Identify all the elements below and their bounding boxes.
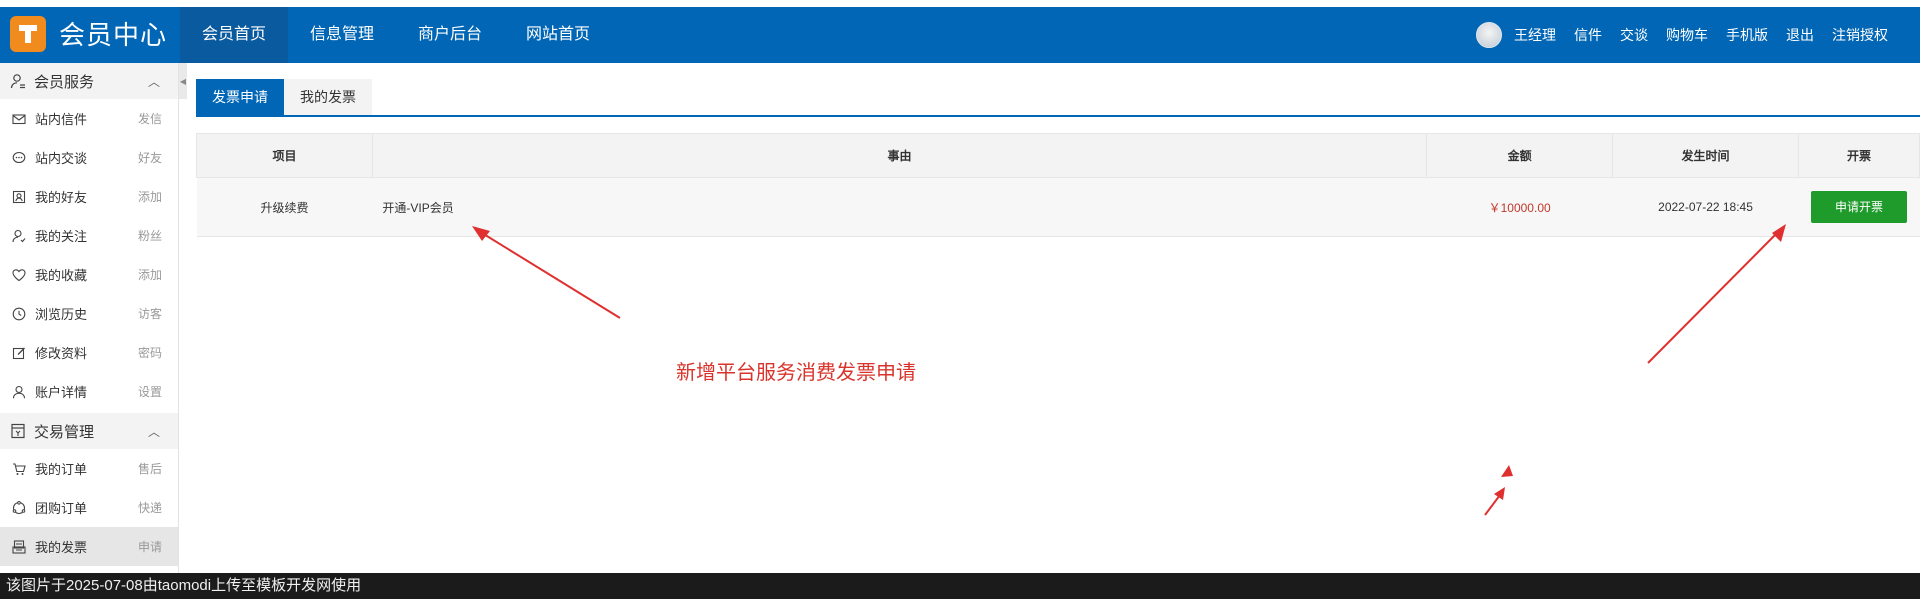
arrow-to-reason (472, 226, 621, 319)
annotation-arrows (472, 224, 1786, 516)
arrow-small-lower (1484, 487, 1505, 516)
arrow-small-upper (1501, 465, 1513, 477)
footer-watermark: 该图片于2025-07-08由taomodi上传至模板开发网使用 (0, 573, 1920, 599)
arrow-to-apply-button (1647, 224, 1786, 364)
annotation-text: 新增平台服务消费发票申请 (676, 362, 916, 384)
